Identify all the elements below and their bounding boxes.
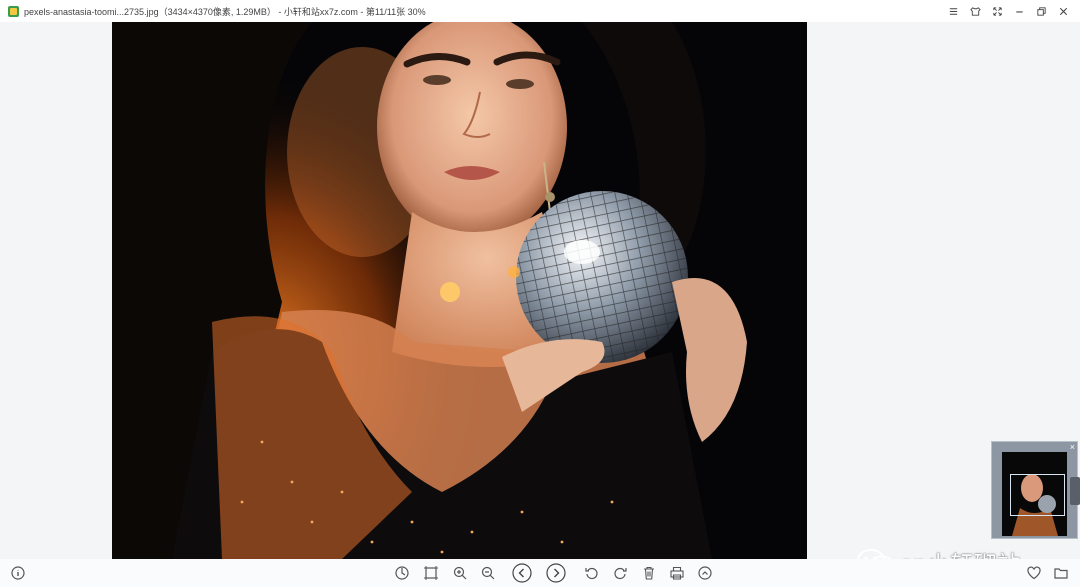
delete-icon[interactable] bbox=[639, 563, 659, 583]
previous-icon[interactable] bbox=[512, 563, 532, 583]
original-size-icon[interactable] bbox=[392, 563, 412, 583]
zoom-out-icon[interactable] bbox=[478, 563, 498, 583]
info-icon[interactable] bbox=[8, 563, 28, 583]
photo-illustration bbox=[112, 22, 807, 559]
navigator-close-icon[interactable]: × bbox=[1070, 442, 1075, 452]
favorite-icon[interactable] bbox=[1024, 563, 1044, 583]
minimize-icon[interactable] bbox=[1008, 0, 1030, 22]
navigator-viewport[interactable] bbox=[1010, 474, 1065, 516]
title-bar: pexels-anastasia-toomi...2735.jpg（3434×4… bbox=[0, 0, 1080, 22]
restore-icon[interactable] bbox=[1030, 0, 1052, 22]
menu-icon[interactable] bbox=[942, 0, 964, 22]
fullscreen-icon[interactable] bbox=[986, 0, 1008, 22]
window-title: pexels-anastasia-toomi...2735.jpg（3434×4… bbox=[24, 6, 426, 17]
zoom-in-icon[interactable] bbox=[450, 563, 470, 583]
open-folder-icon[interactable] bbox=[1051, 563, 1071, 583]
more-icon[interactable] bbox=[695, 563, 715, 583]
close-icon[interactable] bbox=[1052, 0, 1074, 22]
image-canvas[interactable]: × an小轩砌站 bbox=[0, 22, 1080, 577]
fit-window-icon[interactable] bbox=[421, 563, 441, 583]
displayed-photo[interactable] bbox=[112, 22, 807, 559]
navigator-thumbnail[interactable] bbox=[1002, 452, 1067, 536]
next-icon[interactable] bbox=[546, 563, 566, 583]
window-controls bbox=[942, 0, 1074, 22]
rotate-right-icon[interactable] bbox=[610, 563, 630, 583]
rotate-left-icon[interactable] bbox=[582, 563, 602, 583]
navigator-panel[interactable]: × bbox=[991, 441, 1078, 539]
skin-icon[interactable] bbox=[964, 0, 986, 22]
bottom-toolbar bbox=[0, 559, 1080, 587]
app-icon bbox=[8, 5, 19, 17]
print-icon[interactable] bbox=[667, 563, 687, 583]
navigator-scroll-handle[interactable] bbox=[1070, 477, 1080, 505]
